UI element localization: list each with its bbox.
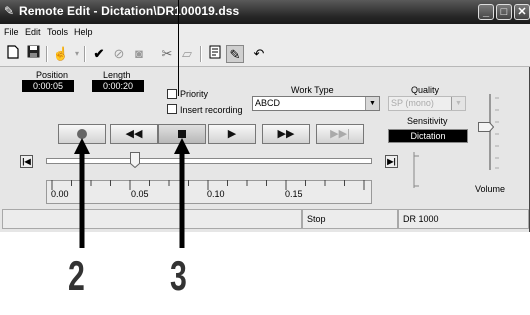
close-button[interactable]: ✕ bbox=[514, 4, 530, 20]
skip-end-icon: ▶▶| bbox=[330, 128, 350, 140]
status-state: Stop bbox=[307, 214, 326, 224]
maximize-icon: □ bbox=[500, 6, 508, 18]
work-type-select[interactable]: ABCD ▼ bbox=[252, 96, 380, 111]
sensitivity-label: Sensitivity bbox=[407, 116, 448, 126]
pen-icon[interactable]: ✎ bbox=[226, 45, 244, 63]
menu-edit[interactable]: Edit bbox=[25, 27, 41, 37]
minimize-button[interactable]: _ bbox=[478, 4, 494, 20]
insert-recording-label: Insert recording bbox=[180, 105, 243, 115]
toolbar-separator bbox=[84, 46, 86, 62]
callout-line bbox=[178, 0, 179, 96]
length-display: 0:00:20 bbox=[92, 80, 144, 92]
toolbar-separator bbox=[46, 46, 48, 62]
priority-label: Priority bbox=[180, 89, 209, 99]
callout-number-2: 2 bbox=[68, 252, 85, 299]
menu-tools[interactable]: Tools bbox=[47, 27, 68, 37]
status-device: DR 1000 bbox=[403, 214, 439, 224]
window-title: Remote Edit - Dictation\DR100019.dss bbox=[19, 4, 240, 18]
title-bar[interactable]: ✎ Remote Edit - Dictation\DR100019.dss _… bbox=[0, 0, 530, 24]
play-button[interactable]: ▶ bbox=[208, 124, 256, 144]
skip-end-icon: ▶| bbox=[387, 157, 396, 166]
statusbar-state: Stop bbox=[302, 209, 398, 229]
properties-icon[interactable] bbox=[206, 45, 224, 63]
go-end-button[interactable]: ▶| bbox=[385, 155, 398, 168]
insert-recording-checkbox[interactable] bbox=[167, 104, 177, 114]
small-level-meter bbox=[410, 150, 424, 190]
fast-forward-button[interactable]: ▶▶ bbox=[262, 124, 310, 144]
toolbar-separator bbox=[200, 46, 202, 62]
save-icon[interactable] bbox=[24, 45, 42, 63]
position-display: 0:00:05 bbox=[22, 80, 74, 92]
volume-label: Volume bbox=[475, 184, 506, 194]
quality-select[interactable]: SP (mono) ▼ bbox=[388, 96, 466, 111]
work-type-label: Work Type bbox=[291, 85, 334, 95]
cancel-icon[interactable]: ⊘ bbox=[110, 45, 128, 63]
pen-icon: ✎ bbox=[4, 4, 15, 18]
callout-arrows bbox=[74, 138, 190, 248]
disk-icon[interactable]: ◙ bbox=[130, 45, 148, 63]
quality-label: Quality bbox=[411, 85, 440, 95]
play-icon: ▶ bbox=[227, 128, 237, 140]
cut-icon[interactable]: ✂ bbox=[158, 45, 176, 63]
folder-icon[interactable]: ▱ bbox=[178, 45, 196, 63]
chevron-down-icon[interactable]: ▼ bbox=[451, 97, 465, 110]
menu-file[interactable]: File bbox=[4, 27, 19, 37]
position-label: Position bbox=[36, 70, 69, 80]
work-type-value: ABCD bbox=[255, 98, 281, 108]
checkmark-icon[interactable]: ✔ bbox=[90, 45, 108, 63]
undo-icon[interactable]: ↶ bbox=[250, 45, 268, 63]
statusbar-device: DR 1000 bbox=[398, 209, 529, 229]
fast-forward-icon: ▶▶ bbox=[277, 128, 295, 140]
skip-end-button[interactable]: ▶▶| bbox=[316, 124, 364, 144]
menu-bar: File Edit Tools Help bbox=[0, 24, 530, 43]
timeline-tick-label: 0.15 bbox=[285, 189, 303, 199]
close-icon: ✕ bbox=[517, 6, 527, 18]
sensitivity-display[interactable]: Dictation bbox=[388, 129, 468, 143]
priority-checkbox[interactable] bbox=[167, 89, 177, 99]
skip-start-icon: |◀ bbox=[22, 157, 31, 166]
minimize-icon: _ bbox=[482, 6, 490, 18]
volume-slider-thumb[interactable] bbox=[478, 122, 495, 133]
maximize-button[interactable]: □ bbox=[496, 4, 512, 20]
toolbar: ☝ ▾ ✔ ⊘ ◙ ✂ ▱ ✎ ↶ bbox=[0, 42, 530, 67]
callout-number-3: 3 bbox=[170, 252, 187, 299]
go-start-button[interactable]: |◀ bbox=[20, 155, 33, 168]
new-file-icon[interactable] bbox=[4, 45, 22, 63]
chevron-down-icon[interactable]: ▼ bbox=[365, 97, 379, 110]
menu-help[interactable]: Help bbox=[74, 27, 93, 37]
quality-value: SP (mono) bbox=[391, 98, 434, 108]
length-label: Length bbox=[103, 70, 131, 80]
